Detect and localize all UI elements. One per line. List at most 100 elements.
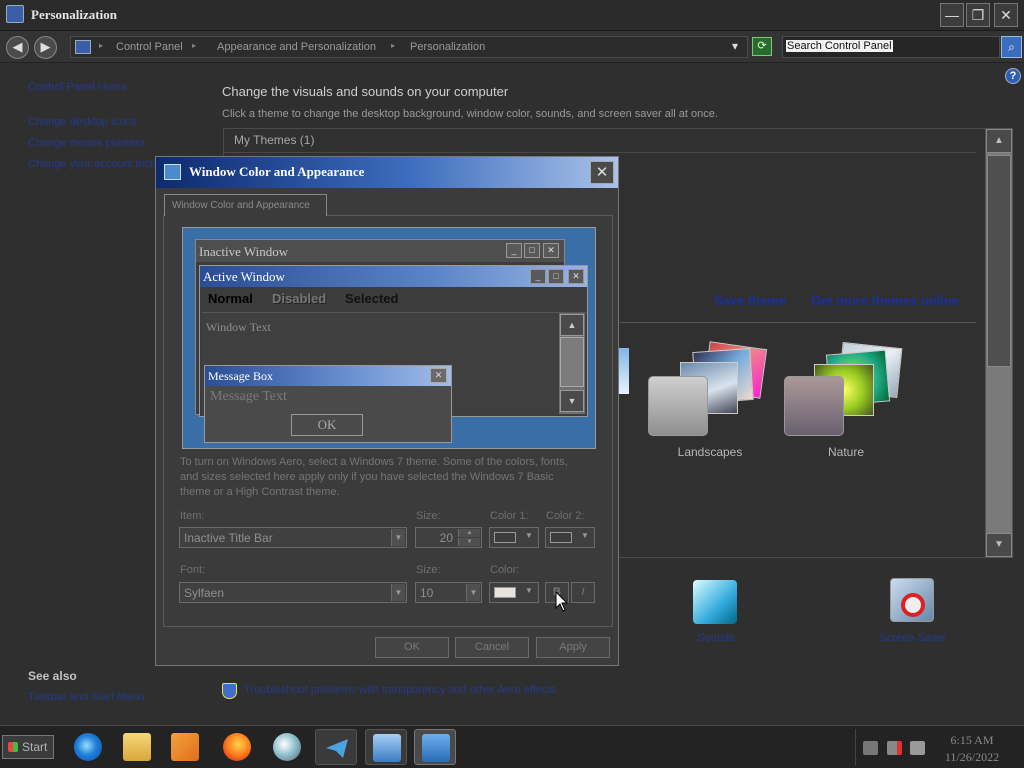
display-icon <box>164 164 181 180</box>
font-size-select[interactable]: 10 ▼ <box>415 582 482 603</box>
preview-active-title-bar[interactable]: Active Window _ □ ✕ <box>200 266 587 287</box>
preview-menu-selected[interactable]: Selected <box>345 291 398 306</box>
sounds-link[interactable]: Sounds <box>666 632 766 644</box>
aero-note: To turn on Windows Aero, select a Window… <box>180 456 568 498</box>
color2-swatch <box>550 532 572 543</box>
screen-saver-icon[interactable] <box>890 578 934 622</box>
appearance-preview[interactable]: Inactive Window _ □ ✕ Active Window _ □ … <box>182 227 596 449</box>
preview-menu-normal[interactable]: Normal <box>208 291 253 306</box>
address-bar[interactable]: ▸ Control Panel ▸ Appearance and Persona… <box>70 36 748 58</box>
paint-icon[interactable] <box>266 729 308 765</box>
sounds-icon[interactable] <box>693 580 737 624</box>
preview-maximize-icon: □ <box>524 243 540 258</box>
save-theme-link[interactable]: Save theme <box>714 293 786 308</box>
chevron-down-icon[interactable]: ▼ <box>391 529 405 546</box>
close-button[interactable]: ✕ <box>994 3 1018 27</box>
preview-scroll-down[interactable]: ▼ <box>560 390 584 412</box>
clock-date[interactable]: 11/26/2022 <box>936 750 1008 765</box>
minimize-button[interactable]: — <box>940 3 964 27</box>
sidebar-item-desktop-icons[interactable]: Change desktop icons <box>28 116 137 128</box>
scroll-down-button[interactable]: ▼ <box>986 533 1012 557</box>
item-size-spinner[interactable]: 20 ▲ ▼ <box>415 527 482 548</box>
help-icon[interactable]: ? <box>1005 68 1021 84</box>
action-center-icon[interactable] <box>863 741 878 755</box>
tab-window-color[interactable]: Window Color and Appearance <box>164 194 327 216</box>
chevron-down-icon[interactable]: ▼ <box>391 584 405 601</box>
window-title: Personalization <box>31 7 117 22</box>
sidebar-item-account-picture[interactable]: Change your account picture <box>28 158 156 170</box>
dialog-close-button[interactable]: ✕ <box>590 161 614 184</box>
cancel-button[interactable]: Cancel <box>455 637 529 658</box>
preview-minimize-icon: _ <box>506 243 522 258</box>
font-color-picker[interactable]: ▼ <box>489 582 539 603</box>
color1-picker[interactable]: ▼ <box>489 527 539 548</box>
sidebar-item-mouse-pointers[interactable]: Change mouse pointers <box>28 137 145 149</box>
maximize-button[interactable]: ❐ <box>966 3 990 27</box>
apply-button[interactable]: Apply <box>536 637 610 658</box>
sidebar-item-control-panel-home[interactable]: Control Panel Home <box>28 81 127 93</box>
forward-button[interactable]: ▶ <box>34 36 57 59</box>
search-icon[interactable]: ⌕ <box>1001 36 1022 58</box>
chevron-down-icon[interactable]: ▼ <box>466 584 480 601</box>
preview-close-icon: ✕ <box>543 243 559 258</box>
preview-ok-button[interactable]: OK <box>291 414 363 436</box>
refresh-button[interactable]: ⟳ <box>752 37 772 56</box>
preview-message-box[interactable]: Message Box ✕ Message Text OK <box>204 365 452 443</box>
ok-button[interactable]: OK <box>375 637 449 658</box>
search-input[interactable]: Search Control Panel <box>782 36 1000 58</box>
spin-down-icon[interactable]: ▼ <box>458 538 480 546</box>
system-tray: 6:15 AM 11/26/2022 <box>855 729 1022 766</box>
chevron-right-icon[interactable]: ▸ <box>391 41 395 50</box>
theme-caption-landscapes[interactable]: Landscapes <box>650 445 770 459</box>
taskbar-start-menu-link[interactable]: Taskbar and Start Menu <box>28 691 145 703</box>
start-button[interactable]: Start <box>2 735 54 759</box>
preview-message-title-bar[interactable]: Message Box ✕ <box>205 366 451 386</box>
network-icon[interactable] <box>887 741 902 755</box>
media-player-icon[interactable] <box>164 729 206 765</box>
preview-inactive-title: Inactive Window <box>199 244 289 259</box>
back-button[interactable]: ◀ <box>6 36 29 59</box>
theme-landscapes[interactable] <box>648 340 772 440</box>
control-panel-taskbar-icon[interactable] <box>414 729 456 765</box>
scroll-thumb[interactable] <box>987 155 1011 367</box>
color2-picker[interactable]: ▼ <box>545 527 595 548</box>
chevron-down-icon: ▼ <box>581 531 589 540</box>
item-select[interactable]: Inactive Title Bar ▼ <box>179 527 407 548</box>
shield-icon <box>222 683 237 699</box>
font-select[interactable]: Sylfaen ▼ <box>179 582 407 603</box>
taskbar: Start 6:15 AM 11/26/2022 <box>0 725 1024 768</box>
color1-swatch <box>494 532 516 543</box>
theme-thumbnail[interactable] <box>619 348 629 394</box>
internet-explorer-icon[interactable] <box>67 729 109 765</box>
firefox-icon[interactable] <box>216 729 258 765</box>
themes-scrollbar[interactable]: ▲ ▼ <box>985 128 1013 558</box>
windows-explorer-icon[interactable] <box>116 729 158 765</box>
chevron-right-icon[interactable]: ▸ <box>192 41 196 50</box>
dialog-title-bar[interactable]: Window Color and Appearance ✕ <box>156 157 618 188</box>
spin-up-icon[interactable]: ▲ <box>458 529 480 537</box>
italic-button[interactable]: I <box>571 582 595 603</box>
no-symbol-icon <box>901 593 925 617</box>
preview-close-icon: ✕ <box>568 269 584 284</box>
get-more-themes-link[interactable]: Get more themes online <box>811 293 959 308</box>
telegram-icon[interactable] <box>315 729 357 765</box>
preview-inactive-title-bar[interactable]: Inactive Window _ □ ✕ <box>196 240 564 262</box>
clock-time[interactable]: 6:15 AM <box>942 733 1002 748</box>
preview-scroll-thumb[interactable] <box>560 337 584 387</box>
start-label: Start <box>22 740 48 754</box>
preview-menu-disabled[interactable]: Disabled <box>272 291 326 306</box>
preview-scrollbar[interactable]: ▲ ▼ <box>559 313 585 414</box>
preview-scroll-up[interactable]: ▲ <box>560 314 584 336</box>
remote-desktop-icon[interactable] <box>365 729 407 765</box>
scroll-up-button[interactable]: ▲ <box>986 129 1012 153</box>
breadcrumb-appearance[interactable]: Appearance and Personalization <box>217 41 376 53</box>
theme-caption-nature[interactable]: Nature <box>786 445 906 459</box>
screen-saver-link[interactable]: Screen Saver <box>863 632 963 644</box>
theme-nature[interactable] <box>784 340 908 440</box>
troubleshoot-link[interactable]: Troubleshoot problems with transparency … <box>244 684 556 696</box>
page-subtitle: Click a theme to change the desktop back… <box>222 108 718 120</box>
address-dropdown-icon[interactable]: ▾ <box>732 39 738 53</box>
volume-icon[interactable] <box>910 741 925 755</box>
breadcrumb-control-panel[interactable]: Control Panel <box>116 41 183 53</box>
breadcrumb-personalization[interactable]: Personalization <box>410 41 485 53</box>
